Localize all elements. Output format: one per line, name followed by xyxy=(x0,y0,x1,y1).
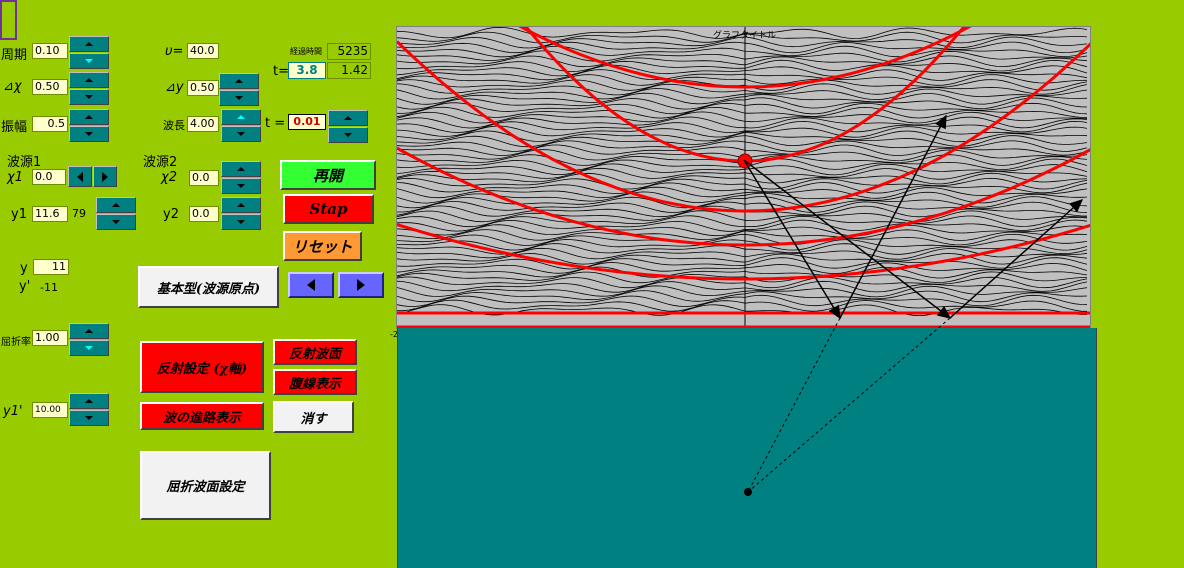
image-ray-1 xyxy=(747,317,841,493)
reflected-ray-1 xyxy=(839,114,947,319)
image-source-point xyxy=(744,488,752,496)
image-ray-2 xyxy=(747,317,951,493)
ray-overlay xyxy=(743,114,1084,496)
incident-ray-1 xyxy=(743,159,841,320)
reflected-ray-2 xyxy=(949,199,1084,319)
incident-ray-2 xyxy=(743,159,952,319)
